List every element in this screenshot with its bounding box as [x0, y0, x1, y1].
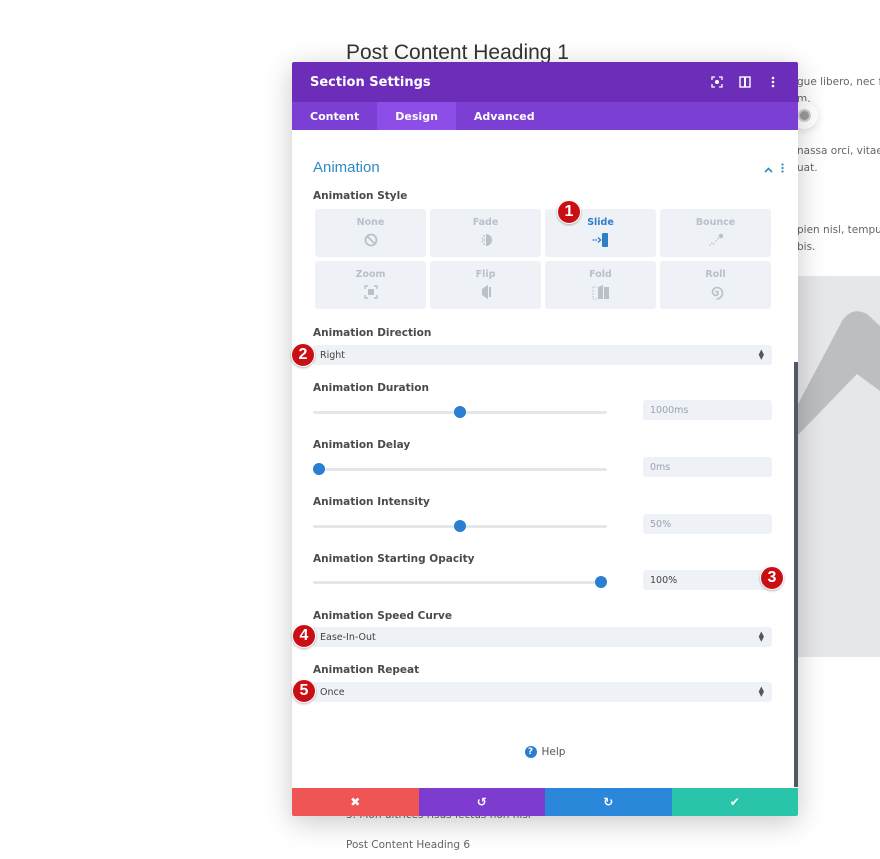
- style-option-label: Slide: [587, 217, 614, 228]
- flip-icon: [479, 284, 493, 300]
- select-arrows-icon: ▲ ▼: [758, 685, 764, 698]
- background-text-line: bis.: [797, 241, 816, 253]
- split-view-icon[interactable]: [738, 75, 752, 89]
- animation-opacity-label: Animation Starting Opacity: [313, 553, 475, 565]
- background-text-line: nassa orci, vitae la: [797, 145, 880, 157]
- style-option-label: Fade: [472, 217, 499, 228]
- roll-icon: [708, 284, 724, 300]
- redo-button[interactable]: ↻: [545, 788, 672, 816]
- style-option-label: None: [356, 217, 385, 228]
- style-option-fade[interactable]: Fade: [430, 209, 541, 257]
- help-icon: ?: [524, 746, 537, 758]
- background-text-line: gue libero, nec fini: [797, 76, 880, 88]
- annotation-badge-5: 5: [292, 679, 316, 703]
- bounce-icon: [708, 232, 724, 248]
- collapse-chevron-icon[interactable]: [764, 158, 773, 177]
- animation-repeat-select[interactable]: Once ▲ ▼: [313, 682, 772, 702]
- slider-thumb[interactable]: [312, 463, 325, 475]
- help-label: Help: [541, 746, 566, 758]
- focus-icon[interactable]: [710, 75, 724, 89]
- mountain-placeholder-icon: [797, 311, 880, 436]
- undo-button[interactable]: ↺: [418, 788, 545, 816]
- none-icon: [364, 232, 378, 248]
- close-icon: ✖: [350, 795, 361, 809]
- globe-icon: [797, 108, 811, 122]
- style-option-flip[interactable]: Flip: [430, 261, 541, 309]
- slider-thumb[interactable]: [595, 576, 608, 588]
- animation-speed-curve-label: Animation Speed Curve: [313, 610, 453, 622]
- animation-duration-slider[interactable]: [313, 406, 607, 418]
- zoom-icon: [363, 284, 378, 300]
- annotation-badge-3: 3: [760, 566, 784, 590]
- page: Post Content Heading 1 gue libero, nec f…: [0, 0, 880, 859]
- animation-duration-label: Animation Duration: [313, 382, 429, 394]
- fade-icon: [478, 232, 494, 248]
- animation-style-grid: None Fade Slide Bounce Zoom Flip Fold Ro…: [315, 209, 772, 309]
- style-option-label: Roll: [705, 269, 726, 280]
- animation-opacity-input[interactable]: 100%: [643, 570, 772, 590]
- animation-style-label: Animation Style: [313, 190, 408, 202]
- fold-icon: [592, 284, 610, 300]
- scrollbar[interactable]: [794, 362, 798, 787]
- redo-icon: ↻: [603, 795, 614, 809]
- annotation-badge-1: 1: [557, 200, 581, 224]
- check-icon: ✔: [729, 795, 740, 809]
- animation-speed-curve-value: Ease-In-Out: [320, 631, 376, 643]
- animation-repeat-value: Once: [320, 686, 345, 698]
- animation-direction-select[interactable]: Right ▲ ▼: [313, 345, 772, 365]
- style-option-label: Flip: [475, 269, 496, 280]
- section-title[interactable]: Animation: [313, 159, 380, 176]
- help-link[interactable]: ? Help: [292, 746, 798, 758]
- background-image-placeholder: [797, 276, 880, 657]
- animation-direction-label: Animation Direction: [313, 327, 432, 339]
- tab-design[interactable]: Design: [377, 102, 456, 130]
- background-heading-6: Post Content Heading 6: [346, 839, 471, 851]
- more-options-icon[interactable]: [766, 75, 780, 89]
- section-settings-modal: Section Settings Content Design Advanced…: [292, 62, 798, 816]
- slider-thumb[interactable]: [454, 520, 466, 532]
- annotation-badge-4: 4: [292, 624, 316, 648]
- animation-duration-input[interactable]: 1000ms: [643, 400, 772, 420]
- section-options-icon[interactable]: [781, 158, 784, 177]
- style-option-zoom[interactable]: Zoom: [315, 261, 426, 309]
- style-option-fold[interactable]: Fold: [545, 261, 656, 309]
- select-arrows-icon: ▲ ▼: [758, 348, 764, 361]
- animation-speed-curve-select[interactable]: Ease-In-Out ▲ ▼: [313, 627, 772, 647]
- animation-intensity-input[interactable]: 50%: [643, 514, 772, 534]
- style-option-bounce[interactable]: Bounce: [660, 209, 771, 257]
- style-option-label: Zoom: [355, 269, 386, 280]
- tab-bar: Content Design Advanced: [292, 102, 798, 130]
- tab-advanced[interactable]: Advanced: [456, 102, 553, 130]
- select-arrows-icon: ▲ ▼: [758, 630, 764, 643]
- background-text-line: pien nisl, tempus: [797, 224, 880, 236]
- annotation-badge-2: 2: [291, 343, 315, 367]
- animation-delay-input[interactable]: 0ms: [643, 457, 772, 477]
- modal-title: Section Settings: [310, 74, 431, 90]
- animation-intensity-label: Animation Intensity: [313, 496, 430, 508]
- save-button[interactable]: ✔: [671, 788, 798, 816]
- background-text-line: uat.: [797, 162, 818, 174]
- animation-intensity-slider[interactable]: [313, 520, 607, 532]
- animation-direction-value: Right: [320, 349, 346, 361]
- style-option-roll[interactable]: Roll: [660, 261, 771, 309]
- modal-body: Animation Animation Style None Fade Slid…: [292, 130, 798, 788]
- animation-delay-slider[interactable]: [312, 463, 607, 475]
- undo-icon: ↺: [476, 795, 487, 809]
- animation-delay-label: Animation Delay: [313, 439, 411, 451]
- animation-repeat-label: Animation Repeat: [313, 664, 420, 676]
- cancel-button[interactable]: ✖: [292, 788, 419, 816]
- modal-header: Section Settings: [292, 62, 798, 102]
- modal-footer: ✖ ↺ ↻ ✔: [292, 788, 798, 816]
- slide-icon: [592, 232, 610, 248]
- slider-thumb[interactable]: [454, 406, 466, 418]
- style-option-label: Fold: [589, 269, 612, 280]
- tab-content[interactable]: Content: [292, 102, 377, 130]
- style-option-none[interactable]: None: [315, 209, 426, 257]
- style-option-label: Bounce: [695, 217, 736, 228]
- animation-opacity-slider[interactable]: [313, 576, 608, 588]
